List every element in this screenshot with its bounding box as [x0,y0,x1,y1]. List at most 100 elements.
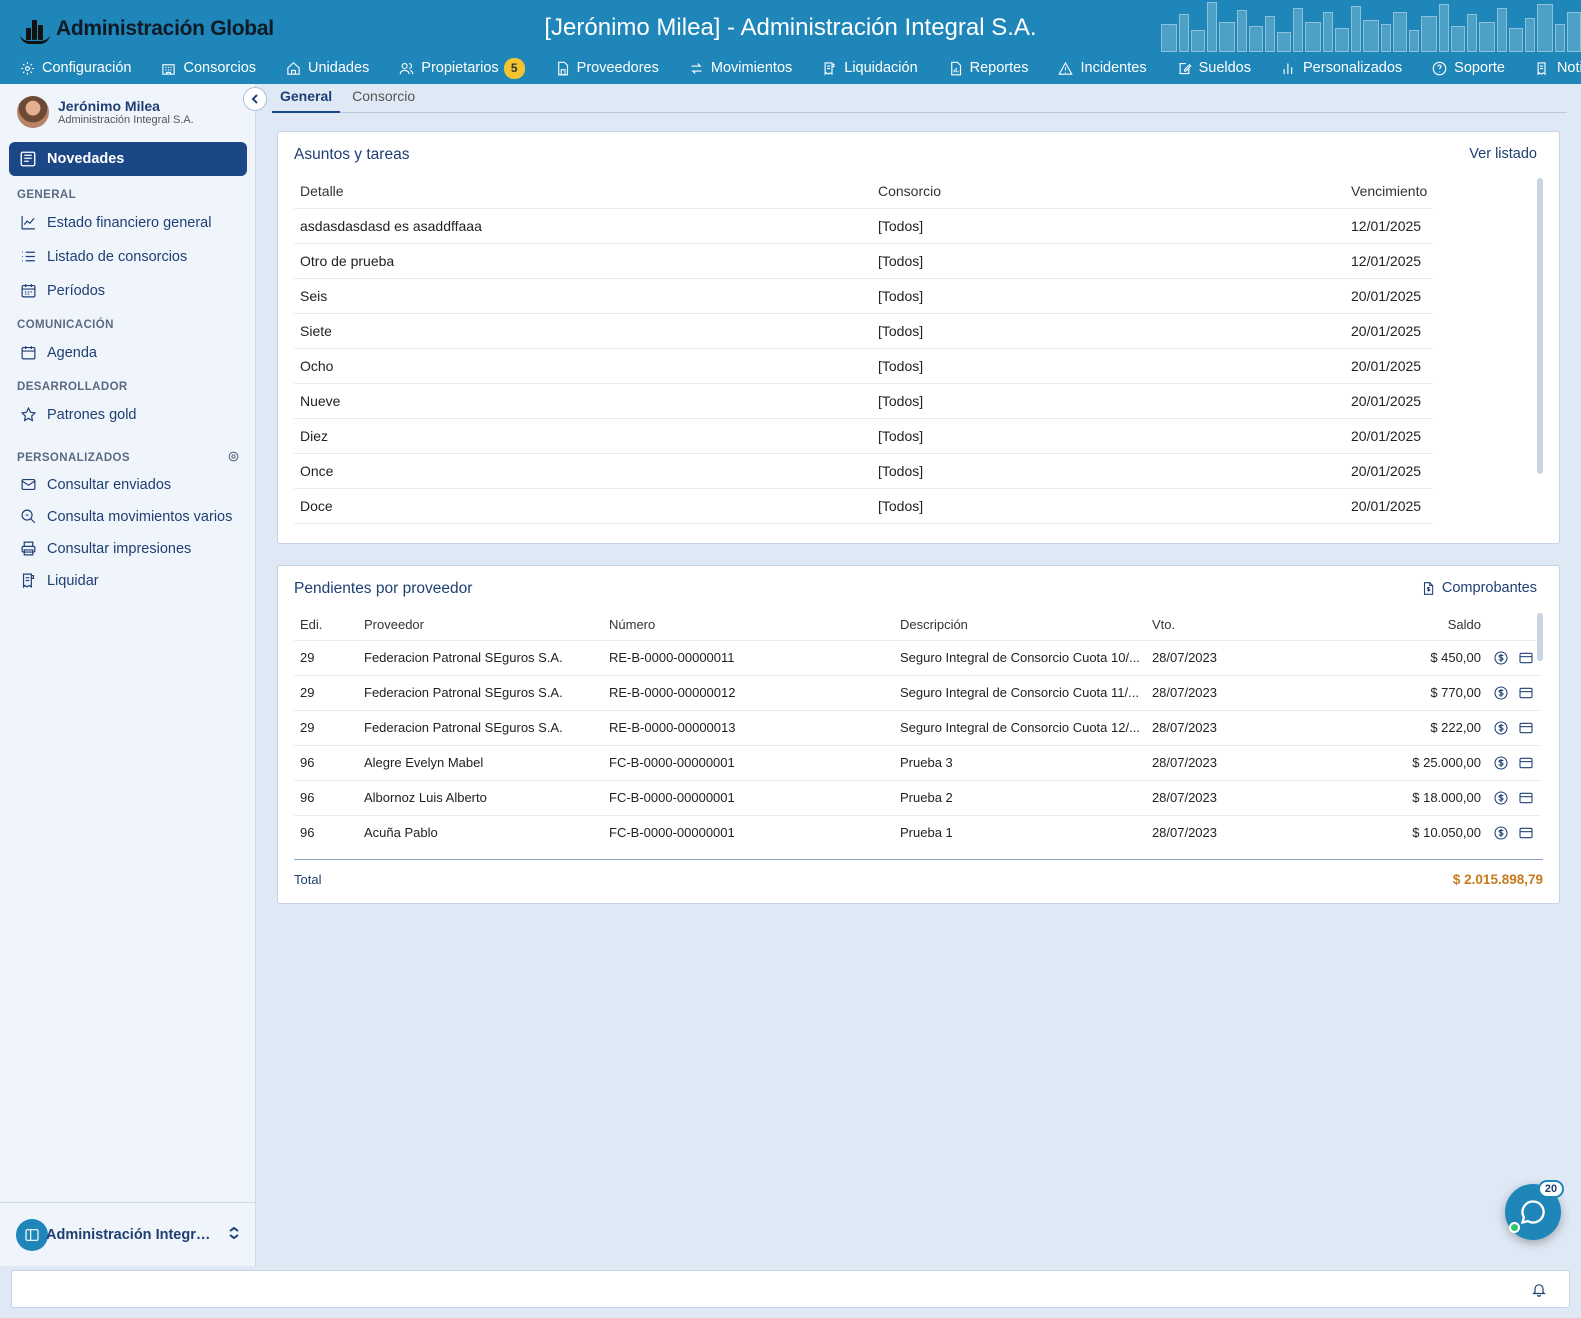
dollar-circle-icon[interactable] [1493,720,1509,736]
cell-consorcio: [Todos] [872,242,1345,278]
pending-title: Pendientes por proveedor [294,580,473,597]
col-header[interactable]: Descripción [894,610,1146,640]
credit-card-icon[interactable] [1518,825,1534,841]
user-profile[interactable]: Jerónimo Milea Administración Integral S… [17,96,194,128]
cell-vencimiento: 20/01/2025 [1345,312,1434,348]
cell-detalle: Ocho [294,347,872,383]
nav-notificar[interactable]: Notificar [1535,60,1581,76]
col-header[interactable]: Consorcio [872,175,1345,208]
col-header[interactable]: Saldo [1296,610,1487,640]
page-title: [Jerónimo Milea] - Administración Integr… [544,14,1037,41]
table-row[interactable]: Nueve [Todos] 20/01/2025 [294,382,1434,418]
table-row[interactable]: Siete [Todos] 20/01/2025 [294,312,1434,348]
table-row[interactable]: 29 Federacion Patronal SEguros S.A. RE-B-0… [294,709,1540,745]
sidebar-item-estado-financiero[interactable]: Estado financiero general [20,214,211,231]
nav-movimientos[interactable]: Movimientos [689,60,792,76]
cell-saldo: $ 18.000,00 [1295,779,1487,815]
table-row[interactable]: Doce [Todos] 20/01/2025 [294,487,1434,523]
nav-consorcios[interactable]: Consorcios [161,60,256,76]
cell-vencimiento: 12/01/2025 [1345,207,1434,243]
nav-configuracion[interactable]: Configuración [20,60,131,76]
table-row[interactable]: Otro de prueba [Todos] 12/01/2025 [294,242,1434,278]
sidebar-item-label: Consulta movimientos varios [47,508,233,525]
collapse-sidebar-button[interactable] [243,87,267,111]
sidebar-item-patrones-gold[interactable]: Patrones gold [20,406,136,423]
sidebar-item-liquidar[interactable]: Liquidar [20,572,99,589]
cell-saldo: $ 222,00 [1295,709,1487,745]
col-header[interactable]: Edi. [294,610,358,640]
cell-vencimiento: 28/07/2023 [1145,744,1296,780]
table-row[interactable]: asdasdasdasd es asaddffaaa [Todos] 12/01/2… [294,207,1434,243]
credit-card-icon[interactable] [1518,720,1534,736]
credit-card-icon[interactable] [1518,790,1534,806]
top-header: Administración Global [Jerónimo Milea] -… [0,0,1581,84]
cell-vencimiento: 20/01/2025 [1345,452,1434,488]
table-row[interactable]: Diez [Todos] 20/01/2025 [294,417,1434,453]
sidebar-item-novedades[interactable]: Novedades [9,142,247,176]
company-switcher[interactable]: Administración Integral S.A. [0,1202,256,1266]
col-header[interactable]: Detalle [294,175,872,208]
table-row[interactable]: 96 Alegre Evelyn Mabel FC-B-0000-00000001 P… [294,744,1540,780]
report-icon [950,61,961,75]
sidebar-item-periodos[interactable]: Períodos [20,282,105,299]
col-header[interactable]: Vto. [1146,610,1296,640]
chat-bubble-icon [1520,1200,1545,1225]
row-actions [1486,639,1540,675]
nav-unidades[interactable]: Unidades [286,60,369,76]
table-row[interactable]: 29 Federacion Patronal SEguros S.A. RE-B-0… [294,639,1540,675]
cell-numero: FC-B-0000-00000001 [603,779,894,815]
cell-detalle: Seis [294,277,872,313]
ver-listado-link[interactable]: Ver listado [1469,146,1537,162]
tab-consorcio[interactable]: Consorcio [344,86,423,113]
credit-card-icon[interactable] [1518,685,1534,701]
tasks-scrollbar[interactable] [1537,178,1543,474]
cell-numero: RE-B-0000-00000012 [603,674,894,710]
table-row[interactable]: Once [Todos] 20/01/2025 [294,452,1434,488]
dollar-circle-icon[interactable] [1493,685,1509,701]
nav-propietarios[interactable]: Propietarios 5 [399,57,525,79]
table-row[interactable]: 96 Acuña Pablo FC-B-0000-00000001 Prueba 12… [294,814,1540,850]
nav-label: Liquidación [844,60,918,76]
col-header[interactable]: Vencimiento [1345,175,1433,208]
pending-scrollbar[interactable] [1537,613,1543,661]
table-row[interactable]: 29 Federacion Patronal SEguros S.A. RE-B-0… [294,674,1540,710]
cell-detalle: asdasdasdasd es asaddffaaa [294,207,872,243]
sidebar-item-agenda[interactable]: Agenda [20,344,97,361]
credit-card-icon[interactable] [1518,755,1534,771]
tab-general[interactable]: General [272,86,341,113]
cell-vencimiento: 20/01/2025 [1345,347,1434,383]
nav-liquidacion[interactable]: Liquidación [822,60,918,76]
arrows-swap-icon [691,62,702,74]
nav-soporte[interactable]: Soporte [1432,60,1505,76]
nav-label: Soporte [1454,60,1505,76]
comprobantes-label: Comprobantes [1441,580,1537,596]
nav-proveedores[interactable]: Proveedores [555,60,659,76]
cell-proveedor: Alegre Evelyn Mabel [358,744,603,780]
dollar-circle-icon[interactable] [1493,825,1509,841]
comprobantes-link[interactable]: Comprobantes [1421,580,1537,596]
dollar-circle-icon[interactable] [1493,650,1509,666]
sidebar-item-label: Patrones gold [47,406,137,423]
table-row[interactable]: 96 Albornoz Luis Alberto FC-B-0000-0000000… [294,779,1540,815]
sidebar-item-listado-consorcios[interactable]: Listado de consorcios [20,248,187,265]
sidebar-item-consulta-movimientos[interactable]: Consulta movimientos varios [20,508,232,525]
sidebar-item-consultar-impresiones[interactable]: Consultar impresiones [20,540,191,557]
file-building-icon [557,61,568,75]
chat-unread-badge: 20 [1538,1180,1564,1198]
nav-reportes[interactable]: Reportes [948,60,1028,76]
col-header[interactable]: Proveedor [358,610,603,640]
credit-card-icon[interactable] [1518,650,1534,666]
table-row[interactable]: Ocho [Todos] 20/01/2025 [294,347,1434,383]
nav-sueldos[interactable]: Sueldos [1177,60,1251,76]
dollar-circle-icon[interactable] [1493,790,1509,806]
bell-icon[interactable] [1531,1281,1547,1301]
col-header[interactable]: Número [603,610,894,640]
table-row[interactable]: Seis [Todos] 20/01/2025 [294,277,1434,313]
personalizados-settings-icon[interactable] [227,450,240,463]
sidebar-item-label: Listado de consorcios [47,248,188,265]
dollar-circle-icon[interactable] [1493,755,1509,771]
nav-personalizados[interactable]: Personalizados [1281,60,1402,76]
cell-saldo: $ 450,00 [1295,639,1487,675]
sidebar-item-consultar-enviados[interactable]: Consultar enviados [20,476,171,493]
nav-incidentes[interactable]: Incidentes [1058,60,1147,76]
